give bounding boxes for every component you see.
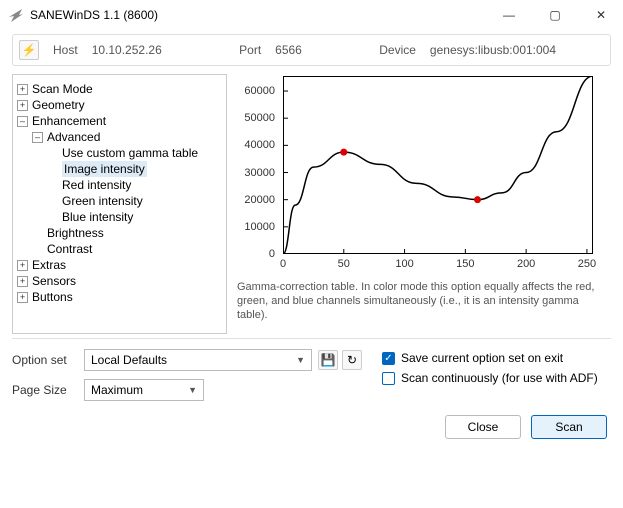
tree-geometry[interactable]: +Geometry xyxy=(17,97,222,113)
y-tick-label: 50000 xyxy=(244,112,275,124)
y-tick-label: 0 xyxy=(269,248,275,260)
expand-icon[interactable]: + xyxy=(17,260,28,271)
save-on-exit-checkbox[interactable]: ✓ Save current option set on exit xyxy=(382,351,611,365)
floppy-icon: 💾 xyxy=(321,353,336,367)
expand-icon[interactable]: + xyxy=(17,292,28,303)
option-set-dropdown[interactable]: Local Defaults ▼ xyxy=(84,349,312,371)
config-button[interactable]: ⚡ xyxy=(19,40,39,60)
device-label: Device xyxy=(379,43,416,57)
save-option-set-button[interactable]: 💾 xyxy=(318,350,338,370)
tree-green-intensity[interactable]: Green intensity xyxy=(47,193,222,209)
x-tick-label: 50 xyxy=(338,258,350,270)
minimize-button[interactable]: — xyxy=(495,8,523,22)
tree-enhancement[interactable]: –Enhancement xyxy=(17,113,222,129)
tree-extras[interactable]: +Extras xyxy=(17,257,222,273)
x-tick-label: 250 xyxy=(578,258,596,270)
scan-continuously-checkbox[interactable]: Scan continuously (for use with ADF) xyxy=(382,371,611,385)
tree-blue-intensity[interactable]: Blue intensity xyxy=(47,209,222,225)
tree-red-intensity[interactable]: Red intensity xyxy=(47,177,222,193)
expand-icon[interactable]: + xyxy=(17,276,28,287)
connection-toolbar: ⚡ Host 10.10.252.26 Port 6566 Device gen… xyxy=(12,34,611,66)
tree-image-intensity[interactable]: Image intensity xyxy=(47,161,222,177)
port-value: 6566 xyxy=(275,43,302,57)
x-tick-label: 100 xyxy=(395,258,413,270)
collapse-icon[interactable]: – xyxy=(32,132,43,143)
tree-contrast[interactable]: Contrast xyxy=(32,241,222,257)
y-tick-label: 40000 xyxy=(244,139,275,151)
tree-sensors[interactable]: +Sensors xyxy=(17,273,222,289)
chart-description: Gamma-correction table. In color mode th… xyxy=(237,280,611,322)
x-tick-label: 0 xyxy=(280,258,286,270)
refresh-option-set-button[interactable]: ↻ xyxy=(342,350,362,370)
maximize-button[interactable]: ▢ xyxy=(541,8,569,22)
chevron-down-icon: ▼ xyxy=(296,355,305,365)
host-label: Host xyxy=(53,43,78,57)
x-tick-label: 200 xyxy=(517,258,535,270)
option-set-label: Option set xyxy=(12,353,76,367)
tree-advanced[interactable]: –Advanced xyxy=(32,129,222,145)
tree-brightness[interactable]: Brightness xyxy=(32,225,222,241)
tree-buttons[interactable]: +Buttons xyxy=(17,289,222,305)
y-tick-label: 20000 xyxy=(244,194,275,206)
scan-button[interactable]: Scan xyxy=(531,415,607,439)
close-button[interactable]: Close xyxy=(445,415,521,439)
tree-use-custom-gamma[interactable]: Use custom gamma table xyxy=(47,145,222,161)
page-size-label: Page Size xyxy=(12,383,76,397)
window-title: SANEWinDS 1.1 (8600) xyxy=(30,8,495,22)
y-tick-label: 60000 xyxy=(244,85,275,97)
options-tree[interactable]: +Scan Mode +Geometry –Enhancement –Advan… xyxy=(12,74,227,334)
expand-icon[interactable]: + xyxy=(17,84,28,95)
y-tick-label: 10000 xyxy=(244,221,275,233)
collapse-icon[interactable]: – xyxy=(17,116,28,127)
config-icon: ⚡ xyxy=(22,43,37,57)
x-tick-label: 150 xyxy=(456,258,474,270)
y-tick-label: 30000 xyxy=(244,167,275,179)
checkbox-icon xyxy=(382,372,395,385)
close-window-button[interactable]: ✕ xyxy=(587,8,615,22)
app-icon xyxy=(8,7,24,23)
refresh-icon: ↻ xyxy=(347,353,357,367)
checkbox-icon: ✓ xyxy=(382,352,395,365)
port-label: Port xyxy=(239,43,261,57)
titlebar: SANEWinDS 1.1 (8600) — ▢ ✕ xyxy=(0,0,623,30)
expand-icon[interactable]: + xyxy=(17,100,28,111)
page-size-dropdown[interactable]: Maximum ▼ xyxy=(84,379,204,401)
host-value: 10.10.252.26 xyxy=(92,43,162,57)
chevron-down-icon: ▼ xyxy=(188,385,197,395)
tree-scan-mode[interactable]: +Scan Mode xyxy=(17,81,222,97)
device-value: genesys:libusb:001:004 xyxy=(430,43,556,57)
gamma-chart[interactable]: 0 10000 20000 30000 40000 50000 60000 0 50 100 15… xyxy=(237,74,611,274)
